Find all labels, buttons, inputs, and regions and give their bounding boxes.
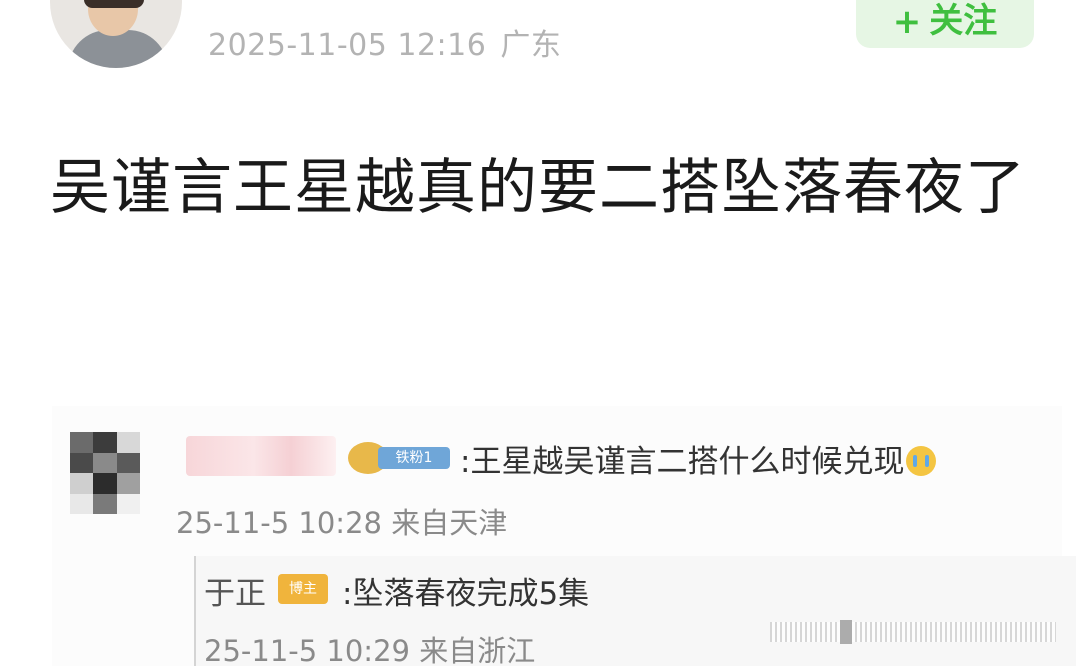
post-meta: 2025-11-05 12:16 广东 <box>208 20 561 64</box>
avatar-hair-shape <box>84 0 144 8</box>
commenter-name-blurred <box>186 436 336 476</box>
fan-badge-label: 铁粉1 <box>378 447 450 469</box>
crying-face-icon <box>906 446 937 476</box>
reply-author[interactable]: 于正 <box>204 568 266 613</box>
follow-button[interactable]: + 关注 <box>856 0 1034 48</box>
reply-text: :坠落春夜完成5集 <box>342 576 590 612</box>
post-title: 吴谨言王星越真的要二搭坠落春夜了 <box>50 153 1026 223</box>
plus-icon: + <box>892 2 922 42</box>
author-avatar[interactable] <box>50 0 182 68</box>
post-location: 广东 <box>500 28 562 63</box>
follow-label: 关注 <box>929 1 998 41</box>
avatar-body-shape <box>68 30 168 68</box>
post-page: 2025-11-05 12:16 广东 + 关注 吴谨言王星越真的要二搭坠落春夜了 … <box>0 0 1076 666</box>
fan-badge: 铁粉1 <box>348 442 460 474</box>
blogger-badge: 博主 <box>278 574 328 604</box>
comment-text-row: :王星越吴谨言二搭什么时候兑现 <box>460 436 937 481</box>
reply-time: 25-11-5 10:29 来自浙江 <box>204 634 536 666</box>
commenter-avatar-pixelated <box>70 432 140 514</box>
post-timestamp: 2025-11-05 12:16 <box>208 28 487 63</box>
comment-time: 25-11-5 10:28 来自天津 <box>176 506 508 540</box>
reply-box[interactable]: 于正 博主 :坠落春夜完成5集 25-11-5 10:29 来自浙江 <box>194 556 1076 666</box>
watermark-mark <box>840 620 852 644</box>
comment-text: :王星越吴谨言二搭什么时候兑现 <box>460 444 905 480</box>
watermark-barcode <box>770 620 1056 644</box>
